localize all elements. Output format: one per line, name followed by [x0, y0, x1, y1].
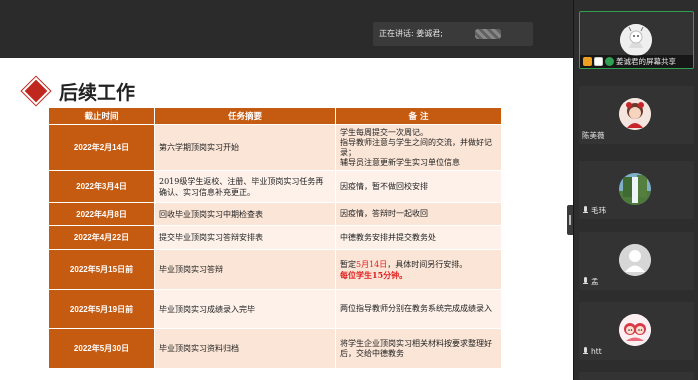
- table-row: 2022年4月22日 提交毕业顶岗实习答辩安排表 中德教务安排并提交教务处: [48, 225, 502, 250]
- row-task: 毕业顶岗实习资料归档: [154, 328, 336, 369]
- participant-name-row: htt: [582, 345, 602, 357]
- participant-tile-partial[interactable]: [579, 372, 694, 380]
- slide: 后续工作 截止时间 任务摘要 备 注 2022年2月14日 第六学期顶岗实习开始…: [0, 58, 573, 380]
- row-note: 学生每周提交一次周记。 指导教师注意与学生之间的交流，并做好记录； 辅导员注意更…: [335, 124, 502, 171]
- participant-name-row: 陈美薇: [582, 129, 605, 141]
- table-row: 2022年5月30日 毕业顶岗实习资料归档 将学生企业顶岗实习相关材料按要求整理…: [48, 328, 502, 369]
- row-note: 因疫情，答辩时一起收回: [335, 202, 502, 226]
- row-date: 2022年5月19日前: [48, 289, 155, 329]
- participant-name-row: 毛玮: [582, 204, 606, 216]
- waterfall-avatar: [619, 173, 651, 205]
- row-note: 两位指导教师分别在教务系统完成成绩录入: [335, 289, 502, 329]
- diamond-bullet-icon: [21, 76, 51, 106]
- cartoon-figure-avatar: [620, 24, 652, 56]
- mic-icon: [582, 346, 589, 356]
- row-date: 2022年2月14日: [48, 124, 155, 171]
- table-row: 2022年3月4日 2019级学生返校、注册、毕业顶岗实习任务再确认、实习信息补…: [48, 170, 502, 203]
- row-task: 毕业顶岗实习答辩: [154, 249, 336, 290]
- row-note: 暂定5月14日，具体时间另行安排。 每位学生15分钟。: [335, 249, 502, 290]
- default-person-avatar: [619, 244, 651, 276]
- mic-icon: [582, 205, 589, 215]
- participant-name: 毛玮: [591, 205, 606, 215]
- cartoon-girl-avatar: [619, 98, 651, 130]
- note-line: 学生每周提交一次周记。: [340, 127, 428, 137]
- mic-icon: [582, 276, 589, 286]
- table-row: 2022年5月15日前 毕业顶岗实习答辩 暂定5月14日，具体时间另行安排。 每…: [48, 249, 502, 290]
- participant-tile[interactable]: htt: [579, 302, 694, 360]
- row-date: 2022年5月15日前: [48, 249, 155, 290]
- table-row: 2022年4月8日 回收毕业顶岗实习中期检查表 因疫情，答辩时一起收回: [48, 202, 502, 226]
- speaking-indicator: 正在讲话: 姜诚君;: [373, 22, 533, 46]
- row-task: 2019级学生返校、注册、毕业顶岗实习任务再确认、实习信息补充更正。: [154, 170, 336, 203]
- user-icon: [583, 57, 592, 66]
- cartoon-couple-avatar: [619, 314, 651, 346]
- note-line: 辅导员注意更新学生实习单位信息: [340, 157, 460, 167]
- participant-name: 姜诚君的屏幕共享: [616, 57, 676, 66]
- row-note: 中德教务安排并提交教务处: [335, 225, 502, 250]
- share-top-bar: 正在讲话: 姜诚君;: [0, 0, 573, 58]
- download-arrow-icon: [605, 57, 614, 66]
- note-highlight-date: 5月14日: [356, 259, 388, 269]
- note-bold-line: 每位学生15分钟。: [340, 269, 408, 280]
- schedule-table: 截止时间 任务摘要 备 注 2022年2月14日 第六学期顶岗实习开始 学生每周…: [48, 107, 502, 369]
- header-task: 任务摘要: [154, 107, 336, 125]
- participant-name-row: 孟: [582, 275, 599, 287]
- row-task: 第六学期顶岗实习开始: [154, 124, 336, 171]
- screen-share-icon: [594, 57, 603, 66]
- header-note: 备 注: [335, 107, 502, 125]
- row-date: 2022年5月30日: [48, 328, 155, 369]
- row-task: 回收毕业顶岗实习中期检查表: [154, 202, 336, 226]
- header-deadline: 截止时间: [48, 107, 155, 125]
- screen-share-view: 正在讲话: 姜诚君; 后续工作 截止时间 任务摘要 备 注 2022年2月14日…: [0, 0, 573, 380]
- row-note: 将学生企业顶岗实习相关材料按要求整理好后，交给中德教务: [335, 328, 502, 369]
- participant-tile[interactable]: 陈美薇: [579, 86, 694, 144]
- participant-name: htt: [591, 346, 602, 356]
- note-prefix: 暂定: [340, 259, 356, 269]
- participant-tile[interactable]: 毛玮: [579, 161, 694, 219]
- table-row: 2022年5月19日前 毕业顶岗实习成绩录入完毕 两位指导教师分别在教务系统完成…: [48, 289, 502, 329]
- participant-name: 孟: [591, 276, 599, 286]
- row-date: 2022年4月8日: [48, 202, 155, 226]
- participant-name-bar: 姜诚君的屏幕共享: [580, 55, 693, 68]
- note-suffix: ，具体时间另行安排。: [387, 259, 468, 269]
- row-date: 2022年3月4日: [48, 170, 155, 203]
- row-task: 提交毕业顶岗实习答辩安排表: [154, 225, 336, 250]
- row-date: 2022年4月22日: [48, 225, 155, 250]
- row-note: 因疫情，暂不做回校安排: [335, 170, 502, 203]
- participant-name: 陈美薇: [582, 130, 605, 140]
- participant-tile[interactable]: 姜诚君的屏幕共享: [579, 11, 694, 69]
- table-header-row: 截止时间 任务摘要 备 注: [48, 107, 502, 125]
- row-task: 毕业顶岗实习成绩录入完毕: [154, 289, 336, 329]
- speaking-blur-icon: [475, 29, 501, 39]
- participant-tile[interactable]: 孟: [579, 232, 694, 290]
- slide-title: 后续工作: [59, 82, 136, 104]
- note-line: 指导教师注意与学生之间的交流，并做好记录；: [340, 137, 492, 157]
- note-line: 暂定5月14日，具体时间另行安排。: [340, 260, 497, 270]
- table-row: 2022年2月14日 第六学期顶岗实习开始 学生每周提交一次周记。 指导教师注意…: [48, 124, 502, 171]
- speaking-label: 正在讲话: 姜诚君;: [379, 29, 443, 38]
